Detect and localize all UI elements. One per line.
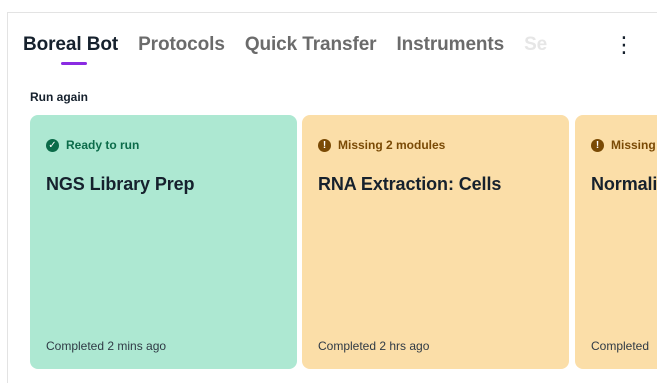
status-badge: ! Missing 2 modules	[318, 138, 553, 152]
status-text: Missing 2 modules	[338, 138, 446, 152]
tab-label: Boreal Bot	[23, 34, 119, 55]
alert-circle-icon: !	[318, 138, 331, 152]
tab-boreal-bot[interactable]: Boreal Bot	[23, 30, 119, 65]
tab-quick-transfer[interactable]: Quick Transfer	[245, 30, 377, 60]
tab-instruments[interactable]: Instruments	[396, 30, 504, 60]
completed-time: Completed 2 hrs ago	[318, 339, 430, 353]
tab-settings[interactable]: Se	[524, 30, 547, 60]
tab-label: Quick Transfer	[244, 34, 377, 55]
run-card-normalize[interactable]: ! Missing 2 modules Normalize Completed	[575, 115, 657, 369]
protocol-name: NGS Library Prep	[46, 174, 195, 194]
tab-label: Protocols	[138, 34, 225, 55]
status-text: Missing 2 modules	[611, 138, 657, 152]
tab-protocols[interactable]: Protocols	[138, 30, 225, 60]
recent-runs-carousel: ✓ Ready to run NGS Library Prep Complete…	[30, 115, 657, 369]
kebab-menu-icon[interactable]: ⋮	[613, 30, 635, 60]
protocol-name: RNA Extraction: Cells	[318, 174, 502, 194]
protocol-name: Normalize	[591, 174, 657, 194]
top-nav: Boreal Bot Protocols Quick Transfer Inst…	[23, 30, 567, 70]
run-card-rna-extraction[interactable]: ! Missing 2 modules RNA Extraction: Cell…	[302, 115, 569, 369]
tab-label: Se	[524, 34, 548, 55]
completed-time: Completed	[591, 339, 650, 353]
check-circle-icon: ✓	[46, 138, 59, 152]
status-badge: ! Missing 2 modules	[591, 138, 657, 152]
run-card-ngs-library-prep[interactable]: ✓ Ready to run NGS Library Prep Complete…	[30, 115, 297, 369]
tab-label: Instruments	[396, 34, 505, 55]
completed-time: Completed 2 mins ago	[46, 339, 167, 353]
active-tab-indicator	[61, 62, 87, 65]
alert-circle-icon: !	[591, 138, 604, 152]
section-title: Run again	[30, 90, 89, 104]
status-badge: ✓ Ready to run	[46, 138, 281, 152]
status-text: Ready to run	[66, 138, 140, 152]
